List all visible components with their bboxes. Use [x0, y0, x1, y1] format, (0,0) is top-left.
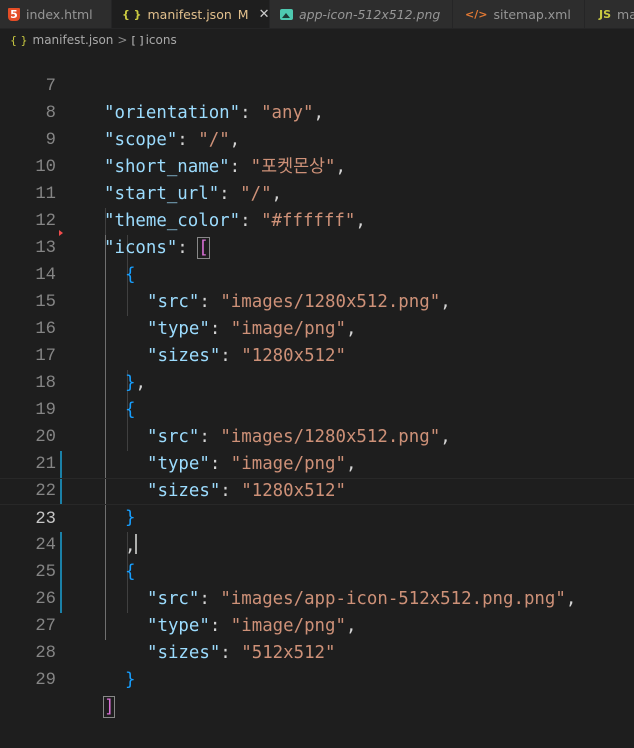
code-line: 24 { — [0, 505, 634, 582]
code-line: 21 "sizes": "1280x512" — [0, 424, 634, 501]
chevron-right-icon: > — [117, 33, 128, 47]
tab-label: ma — [617, 6, 634, 22]
code-line: 7 "orientation": "any", — [0, 46, 634, 123]
code-line: 20 "type": "image/png", — [0, 397, 634, 474]
json-braces-icon: { } — [10, 33, 28, 47]
breadcrumb-symbol[interactable]: icons — [146, 33, 177, 47]
tab-manifest-json[interactable]: { } manifest.json M ✕ — [112, 0, 270, 28]
array-symbol-icon: [ ] — [131, 33, 144, 47]
xml-icon: </> — [465, 7, 488, 21]
json-braces-icon: { } — [122, 7, 142, 21]
code-line: 15 "type": "image/png", — [0, 262, 634, 339]
code-line: 22 } — [0, 451, 634, 528]
tab-label: manifest.json — [147, 6, 232, 22]
tab-label: index.html — [26, 6, 93, 22]
code-line-current: 23 , — [0, 478, 634, 556]
code-line: 26 "type": "image/png", — [0, 559, 634, 636]
tab-ma-js[interactable]: JS ma — [585, 0, 634, 28]
tab-label: app-icon-512x512.png — [299, 6, 441, 22]
image-icon — [280, 8, 293, 20]
code-line: 10 "start_url": "/", — [0, 127, 634, 204]
code-line: 14 "src": "images/1280x512.png", — [0, 235, 634, 312]
code-line: 9 "short_name": "포켓몬상", — [0, 100, 634, 177]
code-line: 19 "src": "images/1280x512.png", — [0, 370, 634, 447]
code-line: 8 "scope": "/", — [0, 73, 634, 150]
code-editor[interactable]: 7 "orientation": "any", 8 "scope": "/", … — [0, 46, 634, 718]
code-line: 25 "src": "images/app-icon-512x512.png.p… — [0, 532, 634, 609]
line-number: 29 — [35, 671, 56, 690]
editor-tab-bar: 5 index.html { } manifest.json M ✕ app-i… — [0, 0, 634, 29]
code-line: 29 ] — [0, 640, 634, 718]
modified-status-badge: M — [237, 6, 249, 22]
code-line: 18 { — [0, 343, 634, 420]
code-line: 13 { — [0, 208, 634, 285]
close-icon[interactable]: ✕ — [259, 7, 270, 22]
tab-label: sitemap.xml — [493, 6, 571, 22]
html5-icon: 5 — [8, 7, 20, 21]
js-icon: JS — [599, 7, 612, 21]
code-line: 27 "sizes": "512x512" — [0, 586, 634, 663]
code-line: 16 "sizes": "1280x512" — [0, 289, 634, 366]
code-line: 28 } — [0, 613, 634, 690]
code-line: 11 "theme_color": "#ffffff", — [0, 154, 634, 231]
code-line: 12 "icons": [ — [0, 181, 634, 259]
tab-sitemap-xml[interactable]: </> sitemap.xml — [453, 0, 585, 28]
code-line: 17 }, — [0, 316, 634, 393]
breadcrumb-file[interactable]: manifest.json — [33, 33, 114, 47]
tab-app-icon-png[interactable]: app-icon-512x512.png — [270, 0, 453, 28]
tab-index-html[interactable]: 5 index.html — [0, 0, 112, 28]
